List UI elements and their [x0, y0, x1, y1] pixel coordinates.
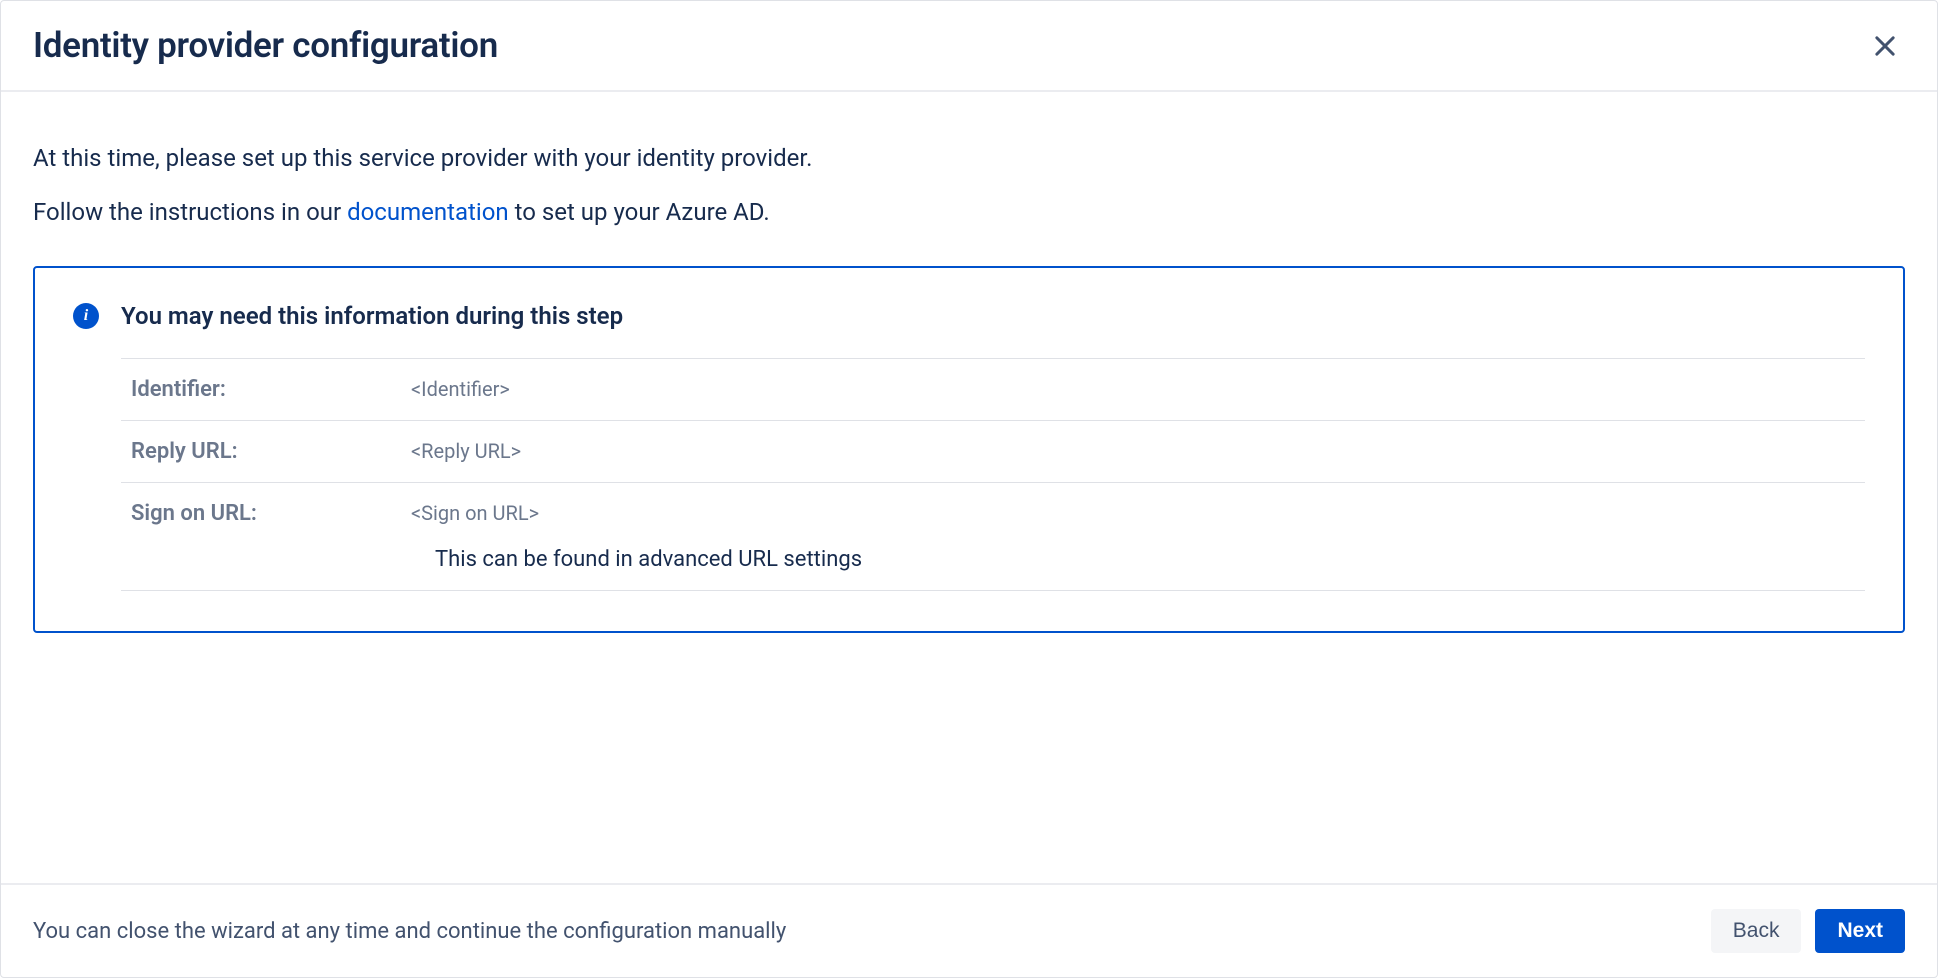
dialog-footer: You can close the wizard at any time and… — [1, 883, 1937, 977]
documentation-link[interactable]: documentation — [347, 198, 509, 226]
back-button[interactable]: Back — [1711, 909, 1802, 953]
info-row-sign-on-url: Sign on URL: <Sign on URL> This can be f… — [121, 483, 1865, 591]
info-panel: i You may need this information during t… — [33, 266, 1905, 633]
intro-line-2: Follow the instructions in our documenta… — [33, 194, 1905, 230]
info-label: Identifier: — [131, 377, 411, 402]
footer-text: You can close the wizard at any time and… — [33, 919, 786, 944]
dialog-header: Identity provider configuration — [1, 1, 1937, 92]
info-table: Identifier: <Identifier> Reply URL: <Rep… — [121, 358, 1865, 591]
info-row-reply-url: Reply URL: <Reply URL> — [121, 421, 1865, 483]
footer-actions: Back Next — [1711, 909, 1905, 953]
info-value: <Sign on URL> This can be found in advan… — [411, 501, 1855, 572]
info-label: Reply URL: — [131, 439, 411, 464]
info-row-identifier: Identifier: <Identifier> — [121, 359, 1865, 421]
dialog-content: At this time, please set up this service… — [1, 92, 1937, 883]
info-label: Sign on URL: — [131, 501, 411, 526]
info-panel-header: i You may need this information during t… — [73, 302, 1865, 330]
info-panel-title: You may need this information during thi… — [121, 302, 623, 330]
info-value: <Identifier> — [411, 377, 1855, 401]
close-button[interactable] — [1865, 26, 1905, 66]
close-icon — [1871, 32, 1899, 60]
info-value: <Reply URL> — [411, 439, 1855, 463]
idp-configuration-dialog: Identity provider configuration At this … — [0, 0, 1938, 978]
intro-text: At this time, please set up this service… — [33, 140, 1905, 230]
intro-line-1: At this time, please set up this service… — [33, 140, 1905, 176]
next-button[interactable]: Next — [1815, 909, 1905, 953]
info-icon: i — [73, 303, 99, 329]
dialog-title: Identity provider configuration — [33, 25, 498, 66]
info-note: This can be found in advanced URL settin… — [435, 547, 1855, 572]
